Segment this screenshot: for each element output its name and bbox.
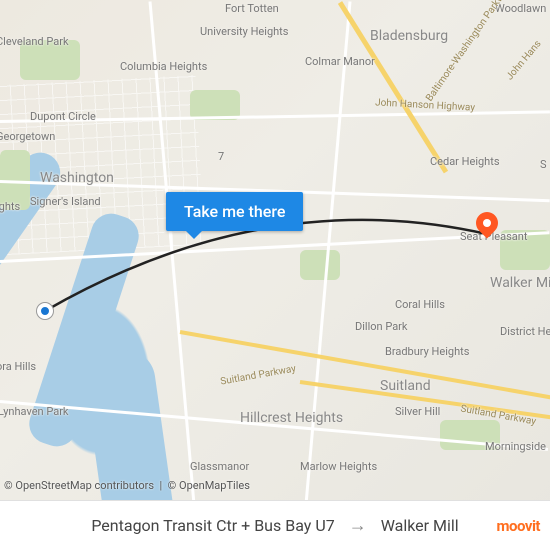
attribution-osm: © OpenStreetMap contributors bbox=[4, 479, 154, 492]
park-area bbox=[300, 250, 340, 280]
destination-label: Walker Mill bbox=[381, 516, 459, 535]
origin-label: Pentagon Transit Ctr + Bus Bay U7 bbox=[91, 516, 334, 535]
arrow-right-icon: → bbox=[349, 515, 367, 536]
take-me-there-button[interactable]: Take me there bbox=[166, 192, 303, 231]
route-footer: Pentagon Transit Ctr + Bus Bay U7 → Walk… bbox=[0, 500, 550, 550]
map-container[interactable]: WashingtonGeorgetownDupont CircleColumbi… bbox=[0, 0, 550, 550]
attribution-omt: © OpenMapTiles bbox=[168, 479, 250, 492]
moovit-logo: moovit bbox=[497, 517, 540, 535]
map-attribution: © OpenStreetMap contributors | © OpenMap… bbox=[4, 479, 250, 492]
park-area bbox=[20, 40, 80, 80]
origin-marker-icon[interactable] bbox=[37, 303, 53, 319]
cta-label: Take me there bbox=[184, 202, 285, 221]
